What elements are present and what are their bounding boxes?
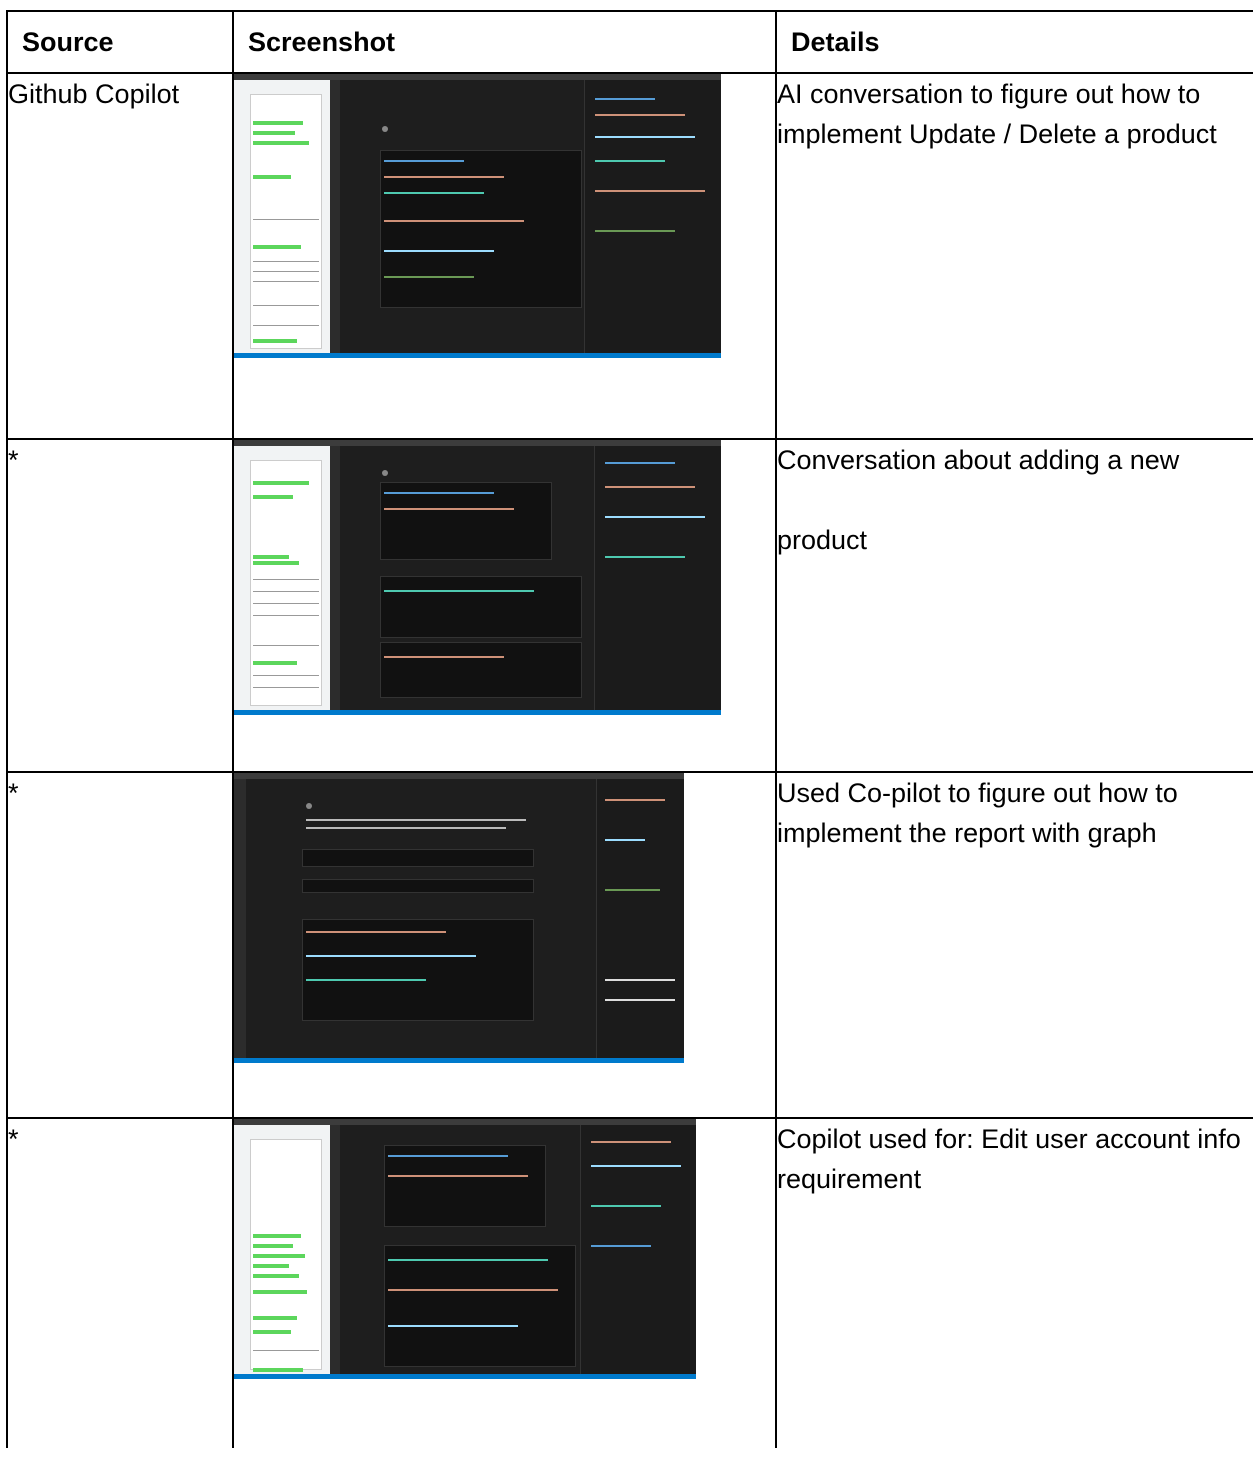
details-cell: Conversation about adding a new product [775, 438, 1253, 773]
header-source: Source [6, 10, 234, 74]
details-cell: Copilot used for: Edit user account info… [775, 1117, 1253, 1448]
screenshot-thumbnail [234, 1119, 696, 1379]
source-cell: * [6, 771, 234, 1119]
ai-usage-table: Source Screenshot Details Github Copilot [6, 10, 1253, 1448]
source-cell: * [6, 1117, 234, 1448]
screenshot-cell [232, 771, 777, 1119]
screenshot-thumbnail [234, 74, 721, 358]
table-row: Github Copilot AI conversation to figure… [6, 72, 1253, 440]
header-details: Details [775, 10, 1253, 74]
details-line: product [777, 525, 868, 555]
screenshot-thumbnail [234, 773, 684, 1063]
header-row: Source Screenshot Details [6, 10, 1253, 74]
source-cell: * [6, 438, 234, 773]
table-row: * [6, 438, 1253, 773]
details-cell: AI conversation to figure out how to imp… [775, 72, 1253, 440]
table-row: * [6, 1117, 1253, 1448]
table-row: * [6, 771, 1253, 1119]
screenshot-thumbnail [234, 440, 721, 715]
details-cell: Used Co-pilot to figure out how to imple… [775, 771, 1253, 1119]
details-line: Conversation about adding a new [777, 445, 1180, 475]
screenshot-cell [232, 438, 777, 773]
header-screenshot: Screenshot [232, 10, 777, 74]
source-cell: Github Copilot [6, 72, 234, 440]
screenshot-cell [232, 1117, 777, 1448]
screenshot-cell [232, 72, 777, 440]
